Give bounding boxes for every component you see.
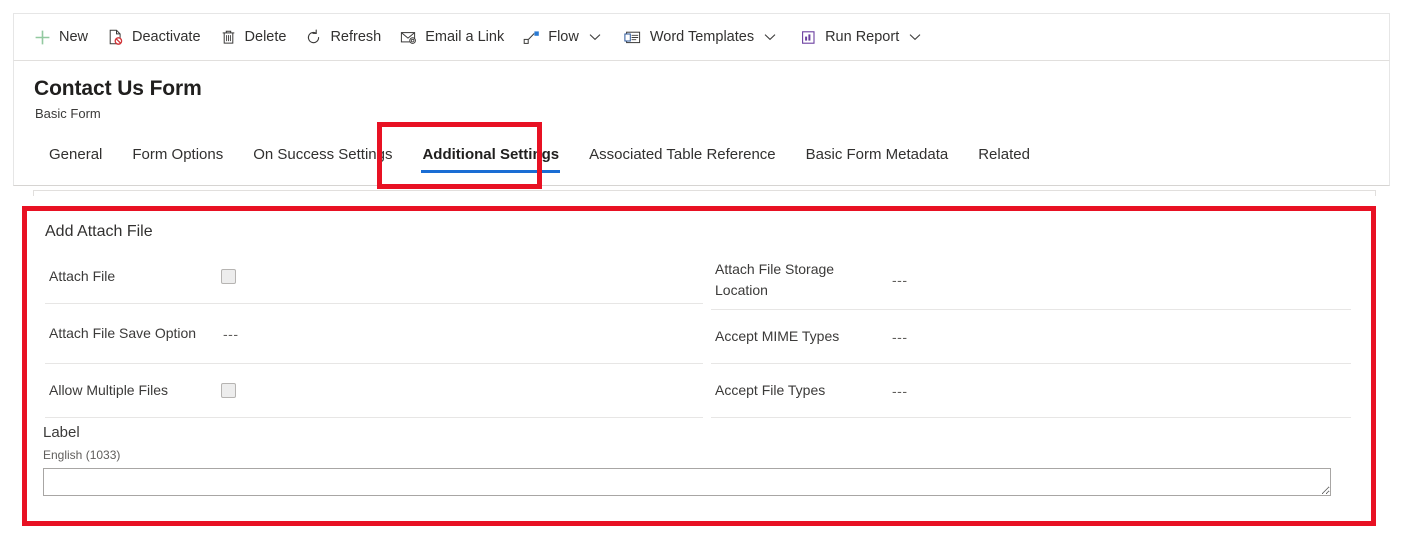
tab-related[interactable]: Related [963,137,1045,173]
allow-multiple-files-checkbox[interactable] [221,383,236,398]
refresh-button[interactable]: Refresh [295,15,390,59]
field-attach-file-save-option: Attach File Save Option --- [45,304,703,364]
section-title: Add Attach File [45,223,153,240]
trash-icon [219,28,238,47]
collapsed-section-strip [33,190,1376,196]
field-accept-file-types: Accept File Types --- [711,364,1351,418]
flow-button[interactable]: Flow [513,15,615,59]
refresh-button-label: Refresh [330,29,382,46]
attach-file-save-option-value[interactable]: --- [221,326,239,342]
run-report-chevron-down-icon[interactable] [904,15,926,59]
attach-file-checkbox[interactable] [221,269,236,284]
delete-button-label: Delete [244,29,287,46]
field-attach-file-storage-location: Attach File Storage Location --- [711,250,1351,310]
deactivate-icon [106,28,125,47]
attach-file-storage-location-value[interactable]: --- [890,272,908,288]
field-attach-file: Attach File [45,250,703,304]
accept-mime-types-value[interactable]: --- [890,329,908,345]
command-bar: New Deactivate Delete Refresh Email a Li… [13,13,1390,61]
flow-button-label: Flow [548,29,579,46]
field-allow-multiple-files-label: Allow Multiple Files [49,382,169,399]
word-templates-chevron-down-icon[interactable] [759,15,781,59]
word-templates-button[interactable]: Word Templates [615,15,790,59]
tab-associated-table-reference[interactable]: Associated Table Reference [574,137,791,173]
field-accept-mime-types-label: Accept MIME Types [715,328,840,345]
email-link-icon [399,28,418,47]
tab-form-options[interactable]: Form Options [117,137,238,173]
label-block: Label English (1033) [43,424,1353,496]
new-button-label: New [59,29,89,46]
field-allow-multiple-files: Allow Multiple Files [45,364,703,418]
word-templates-button-label: Word Templates [649,29,755,46]
run-report-icon [799,28,818,47]
word-templates-icon [624,28,643,47]
email-a-link-button-label: Email a Link [425,29,505,46]
record-header-panel: Contact Us Form Basic Form General Form … [13,61,1390,186]
form-column-left: Attach File Attach File Save Option --- … [45,250,703,418]
new-button[interactable]: New [24,15,97,59]
deactivate-button[interactable]: Deactivate [97,15,210,59]
field-accept-file-types-label: Accept File Types [715,382,826,399]
tab-general[interactable]: General [34,137,117,173]
run-report-button-label: Run Report [825,29,900,46]
accept-file-types-value[interactable]: --- [890,383,908,399]
flow-icon [522,28,541,47]
label-language: English (1033) [43,448,121,462]
deactivate-button-label: Deactivate [132,29,201,46]
flow-chevron-down-icon[interactable] [584,15,606,59]
form-column-right: Attach File Storage Location --- Accept … [711,250,1351,418]
field-attach-file-save-option-label: Attach File Save Option [49,325,197,342]
add-attach-file-section: Add Attach File Attach File Attach File … [21,205,1383,527]
email-a-link-button[interactable]: Email a Link [390,15,513,59]
label-input[interactable] [43,468,1331,496]
tab-basic-form-metadata[interactable]: Basic Form Metadata [791,137,964,173]
field-attach-file-label: Attach File [49,268,116,285]
page-subtitle: Basic Form [35,106,101,121]
tab-on-success-settings[interactable]: On Success Settings [238,137,407,173]
page-title: Contact Us Form [34,77,202,100]
refresh-icon [304,28,323,47]
tab-strip: General Form Options On Success Settings… [34,137,1045,183]
tab-additional-settings[interactable]: Additional Settings [407,137,574,173]
plus-icon [33,28,52,47]
label-heading: Label [43,424,80,441]
field-attach-file-storage-location-label: Attach File Storage Location [715,261,835,298]
run-report-button[interactable]: Run Report [790,15,935,59]
delete-button[interactable]: Delete [210,15,296,59]
field-accept-mime-types: Accept MIME Types --- [711,310,1351,364]
